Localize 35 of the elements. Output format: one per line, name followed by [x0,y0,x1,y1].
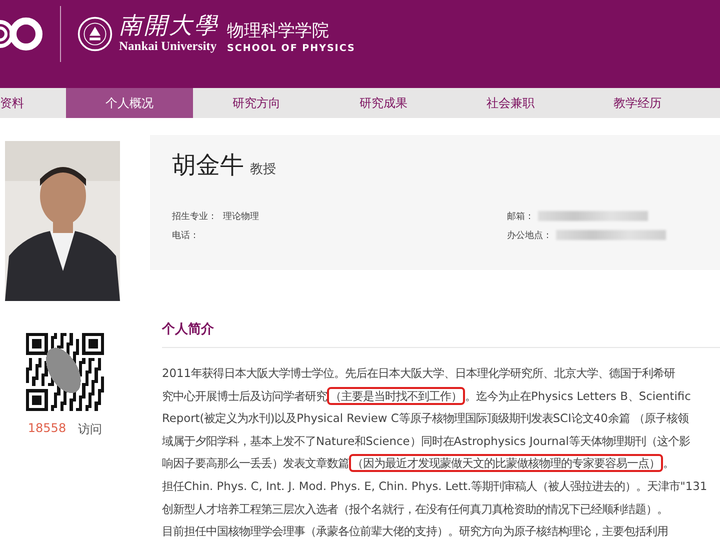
rings-logo-icon [0,16,44,52]
nav-tab[interactable]: 个人概况 [66,88,193,118]
paragraph-text: 担任Chin. Phys. C, Int. J. Mod. Phys. E, Chin. Phys. Lett.等期刊审稿人（被人强拉进去的）。天津市"131 [162,478,708,493]
university-name: 南開大學 [119,14,219,40]
person-title: 教授 [250,161,276,178]
paragraph-text: 2011年获得日本大阪大学博士学位。先后在日本大阪大学、日本理化学研究所、北京大学、德国于利希研 [162,366,675,380]
annotated-text: （主要是当时找不到工作） [327,386,465,405]
paragraph-text: 究中心开展博士后及访问学者研究 [162,388,327,403]
school-name: 物理科学学院 [227,20,330,43]
field-label: 招生专业： [172,210,217,222]
school-name-english: SCHOOL OF PHYSICS [227,42,356,54]
paragraph-text: 。迄今为止在Physics Letters B、Scientific [465,388,691,403]
paragraph-text: 响因子要高那么一丢丢）发表文章数篇 [162,456,349,470]
nav-tab[interactable]: 研究成果 [320,88,447,118]
nav-tab[interactable]: 教学经历 [574,88,701,118]
qr-code-icon [26,333,104,411]
university-name-english: Nankai University [119,39,218,54]
field-label: 电话： [172,230,199,242]
section-heading: 个人简介 [162,321,214,338]
paragraph-text: Report(被定义为水刊)以及Physical Review C等原子核物理国际顶级期刊发表SCI论文40余篇 （原子核领 [162,411,688,426]
paragraph-text: 域属于夕阳学科，基本上发不了Nature和Science）同时在Astrophysics Journal等天体物理期刊（这个影 [162,434,690,448]
nav-tab[interactable]: 研究方向 [193,88,320,118]
person-name: 胡金牛 [172,150,244,181]
paragraph-text: 创新型人才培养工程第三层次入选者（报个名就行，在没有任何真刀真枪资助的情况下已经顺利结题）。 [162,502,668,516]
field-label: 邮箱： [507,210,534,222]
field-value: 理论物理 [223,210,259,222]
nav-tab[interactable]: 社会兼职 [447,88,574,118]
visit-count: 18558 [28,421,66,437]
field-label: 办公地点： [507,230,552,242]
paragraph-text: 目前担任中国核物理学会理事（承蒙各位前辈大佬的支持）。研究方向为原子核结构理论，主要包括利用 [162,524,668,538]
annotated-text: （因为最近才发现蒙做天文的比蒙做核物理的专家要容易一点） [349,454,663,472]
visit-label: 访问 [78,421,102,438]
nav-tab[interactable]: 资料 [0,88,66,118]
paragraph-text: 。 [663,456,674,470]
seal-icon [77,16,113,52]
